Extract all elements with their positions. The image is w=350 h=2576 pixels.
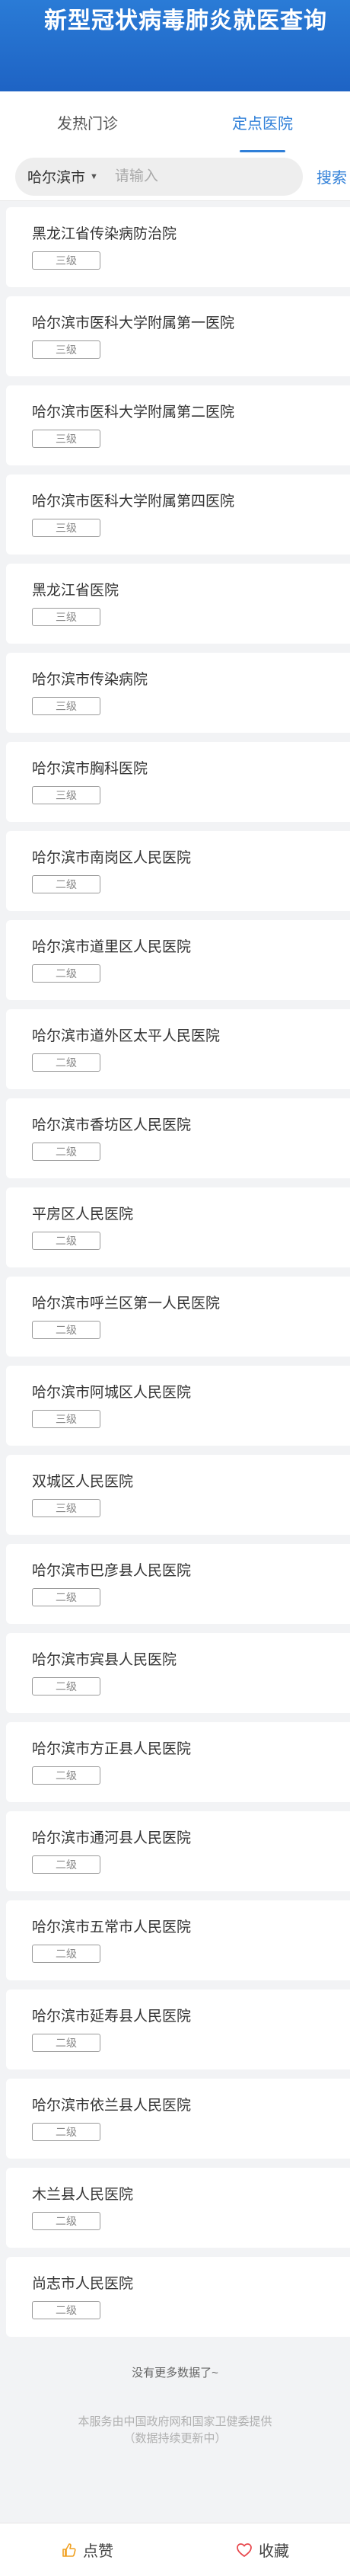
hospital-level-badge: 二级 — [32, 1588, 100, 1606]
hospital-card[interactable]: 哈尔滨市呼兰区第一人民医院 二级 — [6, 1277, 350, 1357]
hospital-card[interactable]: 黑龙江省传染病防治院 三级 — [6, 207, 350, 287]
hospital-card[interactable]: 哈尔滨市医科大学附属第一医院 三级 — [6, 296, 350, 376]
hospital-name: 哈尔滨市五常市人民医院 — [32, 1919, 192, 1935]
hospital-level-badge: 三级 — [32, 519, 100, 537]
hospital-card[interactable]: 哈尔滨市方正县人民医院 二级 — [6, 1722, 350, 1802]
hospital-name: 哈尔滨市呼兰区第一人民医院 — [32, 1296, 221, 1312]
hospital-card[interactable]: 平房区人民医院 二级 — [6, 1187, 350, 1267]
hospital-name: 哈尔滨市道里区人民医院 — [32, 939, 192, 955]
page-title: 新型冠状病毒肺炎就医查询 — [44, 8, 327, 34]
hospital-name: 哈尔滨市依兰县人民医院 — [32, 2098, 192, 2114]
hospital-card[interactable]: 哈尔滨市通河县人民医院 二级 — [6, 1811, 350, 1891]
footer-bar: 点赞 收藏 — [0, 2523, 350, 2576]
like-label: 点赞 — [83, 2543, 113, 2560]
heart-icon — [237, 2542, 252, 2557]
hospital-name: 哈尔滨市胸科医院 — [32, 761, 148, 777]
hospital-card[interactable]: 哈尔滨市延寿县人民医院 二级 — [6, 1990, 350, 2069]
hospital-name: 黑龙江省传染病防治院 — [32, 226, 177, 242]
tab-fever-clinic[interactable]: 发热门诊 — [0, 91, 175, 152]
hospital-card[interactable]: 哈尔滨市宾县人民医院 二级 — [6, 1633, 350, 1713]
hospital-level-badge: 三级 — [32, 1499, 100, 1517]
caret-down-icon: ▼ — [90, 171, 98, 181]
hospital-card[interactable]: 哈尔滨市南岗区人民医院 二级 — [6, 831, 350, 911]
hospital-level-badge: 二级 — [32, 1677, 100, 1695]
hospital-level-badge: 三级 — [32, 786, 100, 804]
hospital-name: 哈尔滨市传染病院 — [32, 672, 148, 688]
hospital-card[interactable]: 哈尔滨市道里区人民医院 二级 — [6, 920, 350, 1000]
hospital-list: 黑龙江省传染病防治院 三级 哈尔滨市医科大学附属第一医院 三级 哈尔滨市医科大学附属第二… — [0, 201, 350, 2337]
footnote-line-1: 本服务由中国政府网和国家卫健委提供 — [78, 2415, 272, 2428]
search-bar: 哈尔滨市 ▼ 搜索 — [0, 152, 350, 201]
hospital-name: 尚志市人民医院 — [32, 2276, 134, 2292]
list-end-text: 没有更多数据了~ — [132, 2367, 218, 2379]
hospital-name: 哈尔滨市香坊区人民医院 — [32, 1117, 192, 1133]
hospital-level-badge: 二级 — [32, 1232, 100, 1250]
hospital-card[interactable]: 双城区人民医院 三级 — [6, 1455, 350, 1535]
hospital-level-badge: 二级 — [32, 964, 100, 983]
hospital-name: 哈尔滨市医科大学附属第四医院 — [32, 494, 235, 510]
footnote-line-2: （数据持续更新中） — [123, 2432, 227, 2445]
tab-bar: 发热门诊 定点医院 — [0, 91, 350, 152]
hospital-level-badge: 二级 — [32, 1143, 100, 1161]
hospital-name: 双城区人民医院 — [32, 1474, 134, 1490]
hospital-level-badge: 二级 — [32, 1855, 100, 1874]
hospital-level-badge: 二级 — [32, 2123, 100, 2141]
hospital-level-badge: 二级 — [32, 1766, 100, 1785]
hospital-level-badge: 三级 — [32, 340, 100, 359]
hospital-name: 平房区人民医院 — [32, 1207, 134, 1222]
hospital-level-badge: 二级 — [32, 2212, 100, 2230]
hospital-name: 哈尔滨市宾县人民医院 — [32, 1652, 177, 1668]
hospital-card[interactable]: 哈尔滨市胸科医院 三级 — [6, 742, 350, 822]
hospital-level-badge: 二级 — [32, 1945, 100, 1963]
hospital-name: 哈尔滨市延寿县人民医院 — [32, 2009, 192, 2025]
hospital-name: 哈尔滨市医科大学附属第一医院 — [32, 315, 235, 331]
hospital-level-badge: 二级 — [32, 1053, 100, 1072]
hospital-level-badge: 三级 — [32, 430, 100, 448]
hospital-card[interactable]: 哈尔滨市传染病院 三级 — [6, 653, 350, 733]
hospital-card[interactable]: 尚志市人民医院 二级 — [6, 2257, 350, 2337]
hospital-card[interactable]: 哈尔滨市巴彦县人民医院 二级 — [6, 1544, 350, 1624]
hospital-level-badge: 三级 — [32, 1410, 100, 1428]
hospital-level-badge: 三级 — [32, 251, 100, 270]
like-button[interactable]: 点赞 — [0, 2523, 175, 2576]
hospital-card[interactable]: 木兰县人民医院 二级 — [6, 2168, 350, 2248]
hospital-name: 哈尔滨市巴彦县人民医院 — [32, 1563, 192, 1579]
hospital-name: 哈尔滨市道外区太平人民医院 — [32, 1028, 221, 1044]
hospital-name: 黑龙江省医院 — [32, 583, 119, 599]
hospital-card[interactable]: 哈尔滨市医科大学附属第二医院 三级 — [6, 385, 350, 465]
hospital-level-badge: 二级 — [32, 2034, 100, 2052]
hospital-card[interactable]: 哈尔滨市阿城区人民医院 三级 — [6, 1366, 350, 1446]
search-box: 哈尔滨市 ▼ — [15, 157, 303, 196]
hospital-level-badge: 三级 — [32, 608, 100, 626]
hospital-level-badge: 二级 — [32, 2301, 100, 2319]
hospital-card[interactable]: 哈尔滨市道外区太平人民医院 二级 — [6, 1009, 350, 1089]
search-button[interactable]: 搜索 — [317, 165, 347, 187]
hospital-level-badge: 二级 — [32, 875, 100, 893]
city-label: 哈尔滨市 — [27, 170, 86, 186]
hospital-card[interactable]: 哈尔滨市香坊区人民医院 二级 — [6, 1098, 350, 1178]
search-input[interactable] — [114, 168, 259, 185]
hospital-card[interactable]: 哈尔滨市五常市人民医院 二级 — [6, 1900, 350, 1980]
tab-designated-hospital[interactable]: 定点医院 — [175, 91, 350, 152]
hospital-level-badge: 三级 — [32, 697, 100, 715]
hospital-name: 哈尔滨市南岗区人民医院 — [32, 850, 192, 866]
favorite-button[interactable]: 收藏 — [175, 2523, 350, 2576]
hospital-level-badge: 二级 — [32, 1321, 100, 1339]
thumbs-up-icon — [62, 2542, 76, 2557]
hospital-name: 哈尔滨市阿城区人民医院 — [32, 1385, 192, 1401]
hospital-name: 哈尔滨市医科大学附属第二医院 — [32, 404, 235, 420]
service-footnote: 本服务由中国政府网和国家卫健委提供 （数据持续更新中） — [0, 2414, 350, 2447]
favorite-label: 收藏 — [259, 2543, 289, 2560]
city-selector[interactable]: 哈尔滨市 ▼ — [27, 166, 98, 187]
header-banner: 新型冠状病毒肺炎就医查询 — [0, 0, 350, 91]
hospital-card[interactable]: 哈尔滨市医科大学附属第四医院 三级 — [6, 475, 350, 555]
hospital-name: 哈尔滨市通河县人民医院 — [32, 1830, 192, 1846]
hospital-name: 哈尔滨市方正县人民医院 — [32, 1741, 192, 1757]
hospital-card[interactable]: 黑龙江省医院 三级 — [6, 564, 350, 644]
hospital-name: 木兰县人民医院 — [32, 2187, 134, 2203]
hospital-card[interactable]: 哈尔滨市依兰县人民医院 二级 — [6, 2079, 350, 2159]
